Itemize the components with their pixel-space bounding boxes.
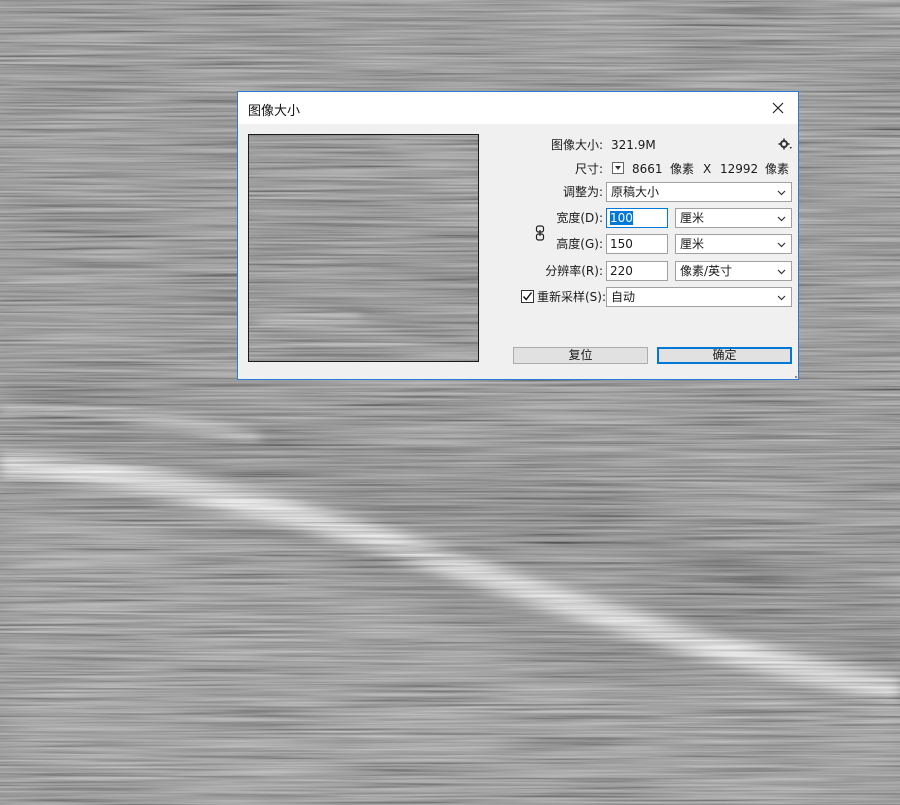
resolution-unit-value: 像素/英寸 bbox=[680, 264, 733, 278]
dimensions-unit-2: 像素 bbox=[765, 162, 790, 176]
chevron-down-icon bbox=[777, 269, 786, 275]
width-value: 100 bbox=[610, 211, 633, 225]
height-label: 高度(G): bbox=[556, 237, 603, 251]
dimensions-unit-menu-button[interactable] bbox=[612, 162, 624, 174]
width-unit-select[interactable]: 厘米 bbox=[675, 208, 792, 228]
dimensions-height-value: 12992 bbox=[720, 162, 759, 176]
close-button[interactable] bbox=[764, 96, 792, 120]
chevron-down-icon bbox=[777, 216, 786, 222]
fit-to-label: 调整为: bbox=[562, 185, 603, 199]
fit-to-select[interactable]: 原稿大小 bbox=[606, 182, 792, 202]
resample-select[interactable]: 自动 bbox=[606, 287, 792, 307]
dimensions-separator: X bbox=[703, 162, 712, 176]
close-icon bbox=[772, 102, 784, 114]
dimensions-unit-1: 像素 bbox=[670, 162, 695, 176]
ok-button[interactable]: 确定 bbox=[657, 347, 792, 364]
chevron-down-icon bbox=[777, 242, 786, 248]
dimensions-width-value: 8661 bbox=[632, 162, 663, 176]
reset-button[interactable]: 复位 bbox=[513, 347, 648, 364]
resample-value: 自动 bbox=[611, 290, 636, 304]
chevron-down-icon bbox=[777, 190, 786, 196]
image-size-label: 图像大小: bbox=[550, 138, 603, 152]
resample-label: 重新采样(S): bbox=[537, 290, 607, 304]
checkmark-icon bbox=[522, 292, 533, 301]
height-input[interactable]: 150 bbox=[606, 234, 668, 254]
height-unit-select[interactable]: 厘米 bbox=[675, 234, 792, 254]
height-unit-value: 厘米 bbox=[680, 237, 705, 251]
width-label: 宽度(D): bbox=[556, 211, 603, 225]
image-preview[interactable] bbox=[248, 134, 479, 362]
title-bar[interactable]: 图像大小 bbox=[238, 92, 798, 124]
width-input[interactable]: 100 bbox=[606, 208, 668, 228]
gear-icon[interactable] bbox=[778, 137, 792, 151]
width-unit-value: 厘米 bbox=[680, 211, 705, 225]
fit-to-value: 原稿大小 bbox=[611, 185, 660, 199]
resample-checkbox[interactable] bbox=[521, 290, 534, 303]
resolution-label: 分辨率(R): bbox=[545, 264, 603, 278]
height-value: 150 bbox=[610, 237, 633, 251]
preview-image bbox=[249, 135, 478, 361]
image-size-value: 321.9M bbox=[611, 138, 656, 152]
resolution-value: 220 bbox=[610, 264, 633, 278]
chevron-down-icon bbox=[777, 295, 786, 301]
dimensions-label: 尺寸: bbox=[574, 162, 603, 176]
resolution-unit-select[interactable]: 像素/英寸 bbox=[675, 261, 792, 281]
image-size-dialog: 图像大小 图像大小: 321.9M 尺寸: 8661 像素 X 12992 像素… bbox=[237, 91, 799, 380]
dialog-title: 图像大小 bbox=[248, 104, 301, 119]
resize-grip[interactable] bbox=[793, 374, 797, 378]
resolution-input[interactable]: 220 bbox=[606, 261, 668, 281]
